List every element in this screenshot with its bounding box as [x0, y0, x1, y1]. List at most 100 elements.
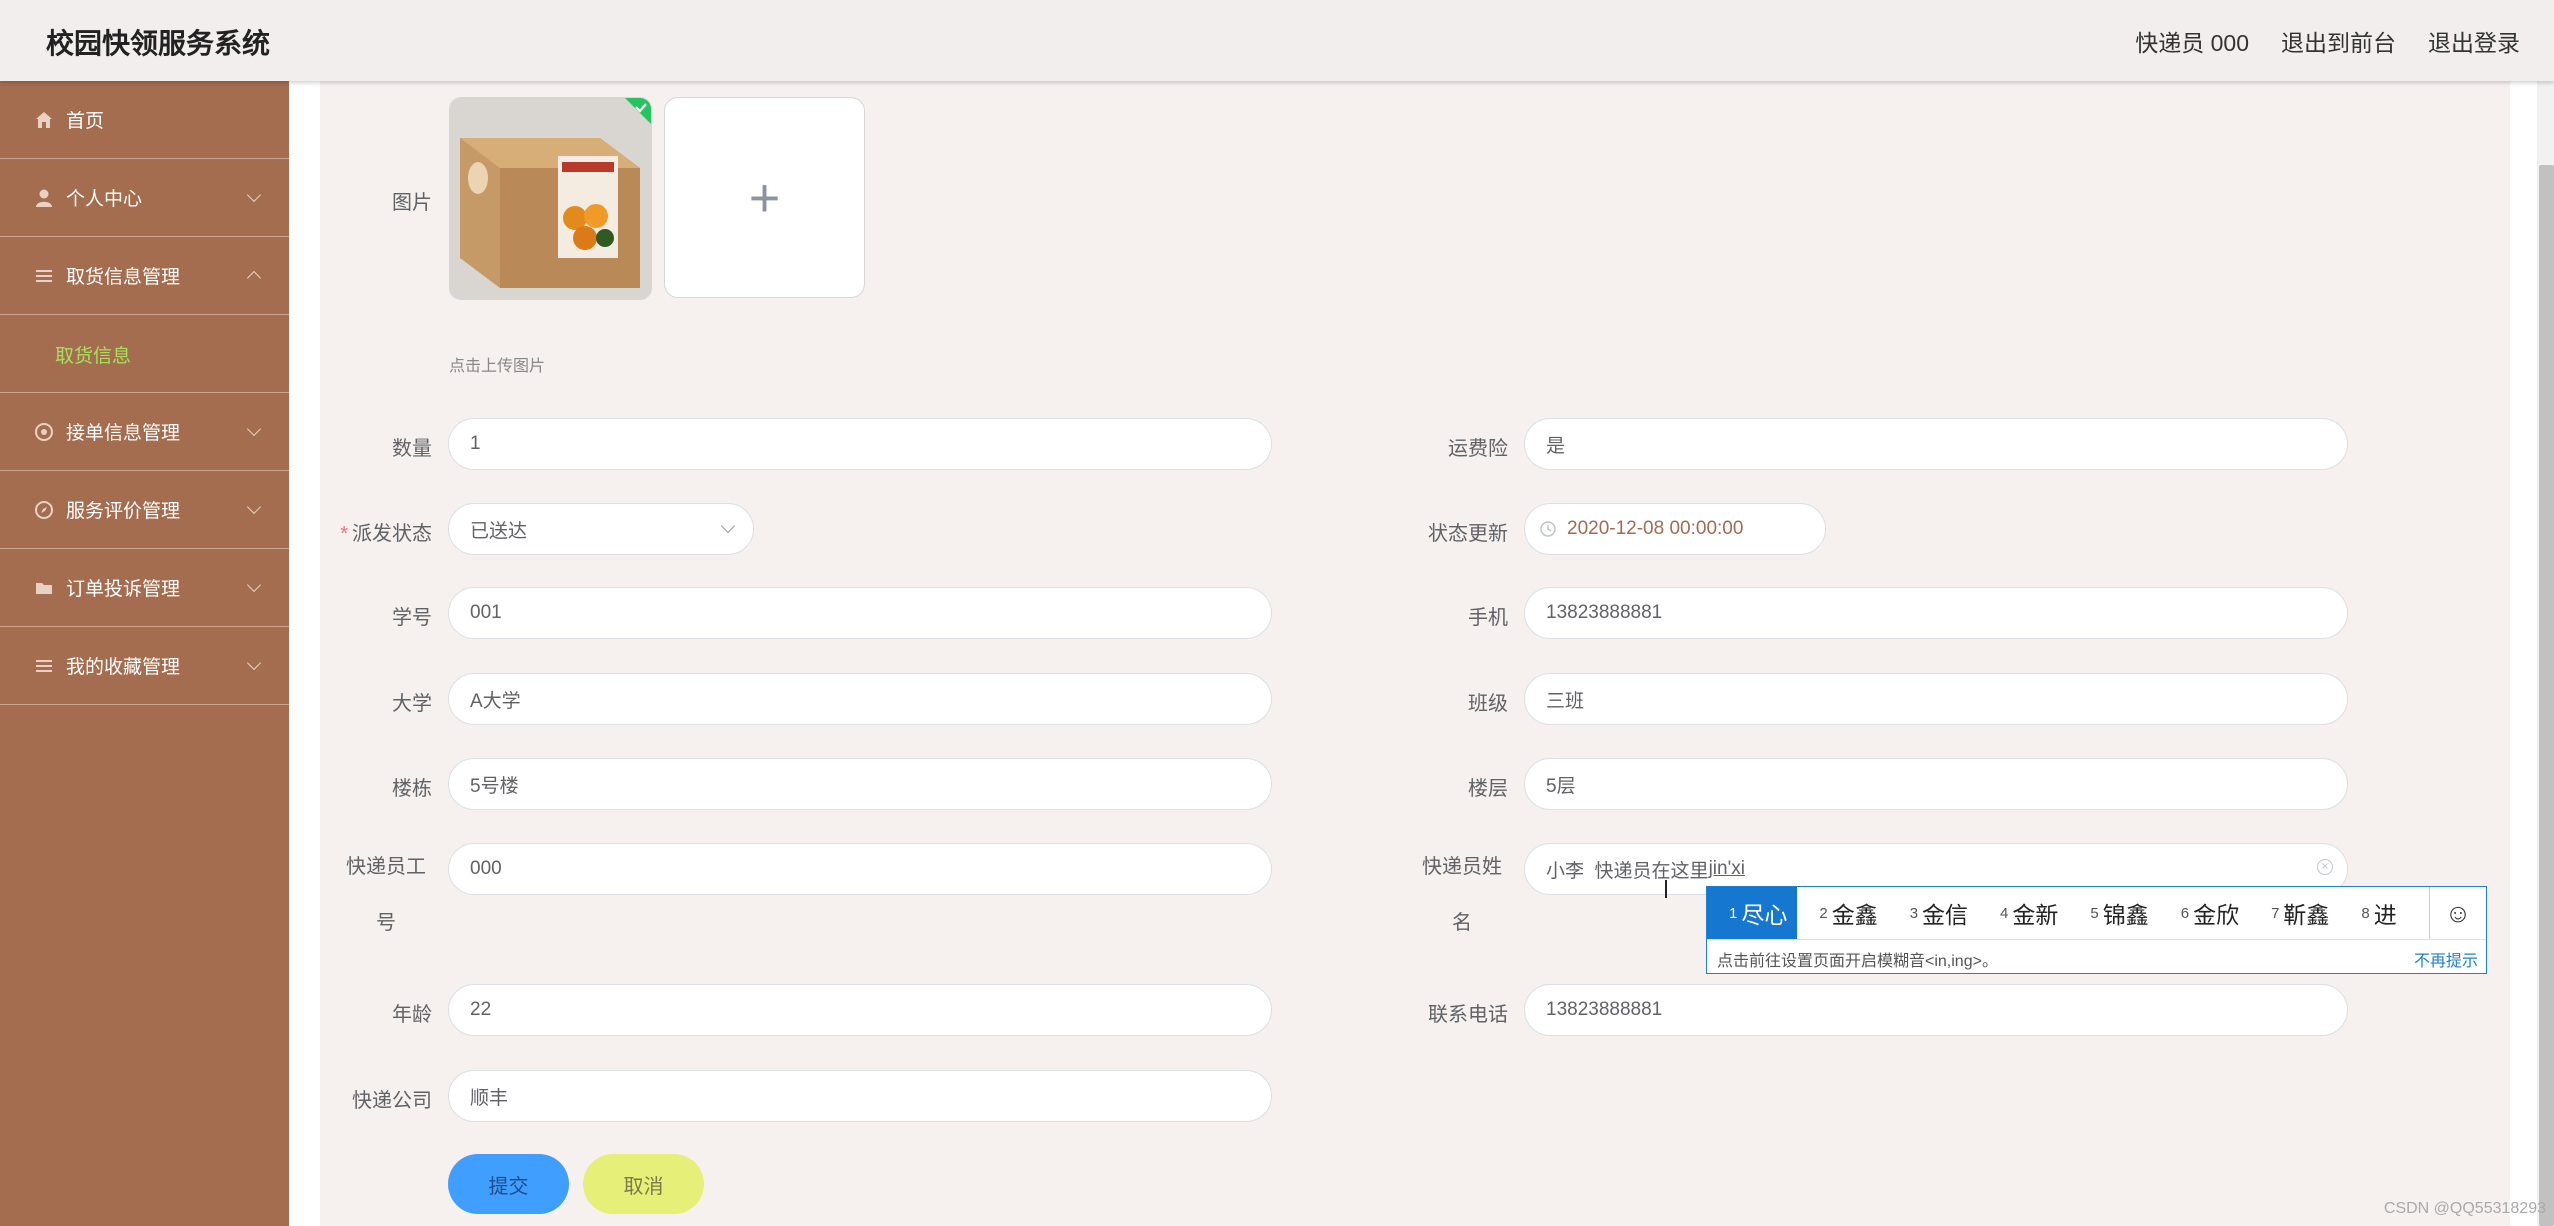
current-user-link[interactable]: 快递员 000 [2135, 24, 2249, 58]
status-update-label: 状态更新 [1428, 523, 1508, 545]
ime-candidate-text: 进 [2373, 902, 2397, 928]
age-label: 年龄 [392, 1004, 432, 1026]
building-value: 5号楼 [470, 775, 519, 797]
student-id-value: 001 [470, 602, 502, 623]
sidebar: 首页 个人中心 取货信息管理 取货信息 接单信息管理 服务评价管理 订单投诉管理… [0, 81, 289, 1226]
insurance-input[interactable]: 是 [1524, 418, 2348, 470]
sidebar-item-complaint-management[interactable]: 订单投诉管理 [0, 549, 289, 627]
courier-company-input[interactable]: 顺丰 [448, 1070, 1272, 1122]
sidebar-item-label: 个人中心 [66, 189, 143, 210]
building-label: 楼栋 [392, 778, 432, 800]
menu-icon [36, 270, 52, 282]
chevron-down-icon [246, 577, 262, 593]
sidebar-item-label: 取货信息管理 [66, 267, 181, 288]
top-header: 校园快领服务系统 快递员 000 退出到前台 退出登录 [0, 0, 2554, 81]
sidebar-item-label: 接单信息管理 [66, 423, 181, 444]
mobile-label: 手机 [1468, 607, 1508, 629]
class-input[interactable]: 三班 [1524, 673, 2348, 725]
required-marker: * [340, 523, 348, 545]
ime-candidate[interactable]: 7 靳鑫 [2249, 887, 2339, 939]
floor-input[interactable]: 5层 [1524, 758, 2348, 810]
image-label: 图片 [392, 192, 432, 214]
watermark: CSDN @QQ55318293 [2383, 1200, 2546, 1217]
student-id-label: 学号 [392, 607, 432, 629]
status-update-datepicker[interactable]: 2020-12-08 00:00:00 [1524, 503, 1826, 555]
ime-candidate-list: 1 尽心 2 金鑫 3 金信 4 金新 5 锦鑫 6 金欣 7 靳鑫 8进 [1707, 887, 2428, 939]
submit-button-label: 提交 [488, 1175, 529, 1198]
courier-name-value: 小李 快递员在这里 [1546, 860, 1709, 882]
cancel-button[interactable]: 取消 [583, 1154, 704, 1214]
mobile-input[interactable]: 13823888881 [1524, 587, 2348, 639]
university-label: 大学 [392, 693, 432, 715]
ime-candidate[interactable]: 4 金新 [1978, 887, 2068, 939]
courier-company-label: 快递公司 [352, 1090, 432, 1112]
sidebar-item-order-management[interactable]: 接单信息管理 [0, 393, 289, 471]
uploaded-image-thumbnail[interactable] [449, 97, 652, 300]
contact-phone-label: 联系电话 [1428, 1004, 1508, 1026]
contact-phone-input[interactable]: 13823888881 [1524, 984, 2348, 1036]
sidebar-subitem-pickup-info[interactable]: 取货信息 [0, 315, 289, 393]
scrollbar-thumb[interactable] [2539, 165, 2554, 1226]
ime-candidate[interactable]: 8进 [2339, 887, 2406, 939]
courier-id-label: 快递员工 号 [340, 857, 432, 933]
chevron-down-icon [246, 655, 262, 671]
university-value: A大学 [470, 690, 521, 712]
building-input[interactable]: 5号楼 [448, 758, 1272, 810]
sidebar-item-home[interactable]: 首页 [0, 81, 289, 159]
clear-icon[interactable]: × [2317, 859, 2333, 875]
chevron-up-icon [246, 270, 262, 286]
delivery-status-value: 已送达 [470, 520, 528, 542]
quantity-input[interactable]: 1 [448, 418, 1272, 470]
emoji-icon[interactable]: ☺ [2429, 887, 2486, 939]
courier-id-value: 000 [470, 858, 502, 879]
ime-tip-text[interactable]: 点击前往设置页面开启模糊音<in,ing>。 [1717, 947, 1998, 971]
logout-link[interactable]: 退出登录 [2428, 24, 2520, 58]
compass-icon [35, 501, 53, 519]
delivery-status-label: * 派发状态 [320, 517, 432, 546]
ime-candidate-number: 3 [1909, 904, 1919, 922]
courier-id-label-line2: 号 [376, 912, 396, 934]
sidebar-subitem-label: 取货信息 [55, 346, 132, 367]
courier-company-value: 顺丰 [470, 1087, 509, 1109]
ime-candidate-text: 金新 [2012, 902, 2059, 928]
ime-dismiss-link[interactable]: 不再提示 [2414, 947, 2478, 971]
contact-phone-value: 13823888881 [1546, 999, 1663, 1020]
sidebar-item-pickup-management[interactable]: 取货信息管理 [0, 237, 289, 315]
quantity-value: 1 [470, 433, 481, 454]
courier-name-label-line2: 名 [1452, 912, 1472, 934]
student-id-input[interactable]: 001 [448, 587, 1272, 639]
class-label: 班级 [1468, 693, 1508, 715]
sidebar-item-review-management[interactable]: 服务评价管理 [0, 471, 289, 549]
ime-candidate[interactable]: 3 金信 [1888, 887, 1978, 939]
sidebar-item-favorites-management[interactable]: 我的收藏管理 [0, 627, 289, 705]
ime-candidate[interactable]: 5 锦鑫 [2068, 887, 2158, 939]
courier-name-label: 快递员姓 名 [1416, 857, 1508, 933]
university-input[interactable]: A大学 [448, 673, 1272, 725]
submit-button[interactable]: 提交 [448, 1154, 569, 1214]
insurance-value: 是 [1546, 435, 1566, 457]
age-input[interactable]: 22 [448, 984, 1272, 1036]
sidebar-item-label: 订单投诉管理 [66, 579, 181, 600]
ime-candidate[interactable]: 1 尽心 [1707, 887, 1798, 939]
ime-candidate-window: 1 尽心 2 金鑫 3 金信 4 金新 5 锦鑫 6 金欣 7 靳鑫 8进 ☺ 点击前往设置页… [1706, 886, 2487, 974]
gear-icon [35, 423, 53, 441]
sidebar-item-personal-center[interactable]: 个人中心 [0, 159, 289, 237]
ime-candidate-text: 尽心 [1741, 902, 1788, 928]
mobile-value: 13823888881 [1546, 602, 1663, 623]
ime-candidate[interactable]: 2 金鑫 [1797, 887, 1887, 939]
delivery-status-label-text: 派发状态 [352, 523, 432, 545]
ime-candidate-number: 1 [1729, 904, 1738, 922]
exit-to-front-link[interactable]: 退出到前台 [2281, 24, 2396, 58]
ime-candidate-number: 2 [1819, 904, 1828, 922]
ime-candidate[interactable]: 6 金欣 [2159, 887, 2249, 939]
ime-composition-text: jin'xi [1708, 858, 1745, 879]
delivery-status-select[interactable]: 已送达 [448, 503, 754, 555]
class-value: 三班 [1546, 690, 1585, 712]
courier-name-label-line1: 快递员姓 [1422, 856, 1502, 878]
folder-icon [36, 583, 52, 594]
chevron-down-icon [246, 187, 262, 203]
courier-id-input[interactable]: 000 [448, 843, 1272, 895]
insurance-label: 运费险 [1448, 438, 1508, 460]
upload-add-button[interactable]: + [664, 97, 865, 298]
sidebar-item-label: 服务评价管理 [66, 501, 181, 522]
